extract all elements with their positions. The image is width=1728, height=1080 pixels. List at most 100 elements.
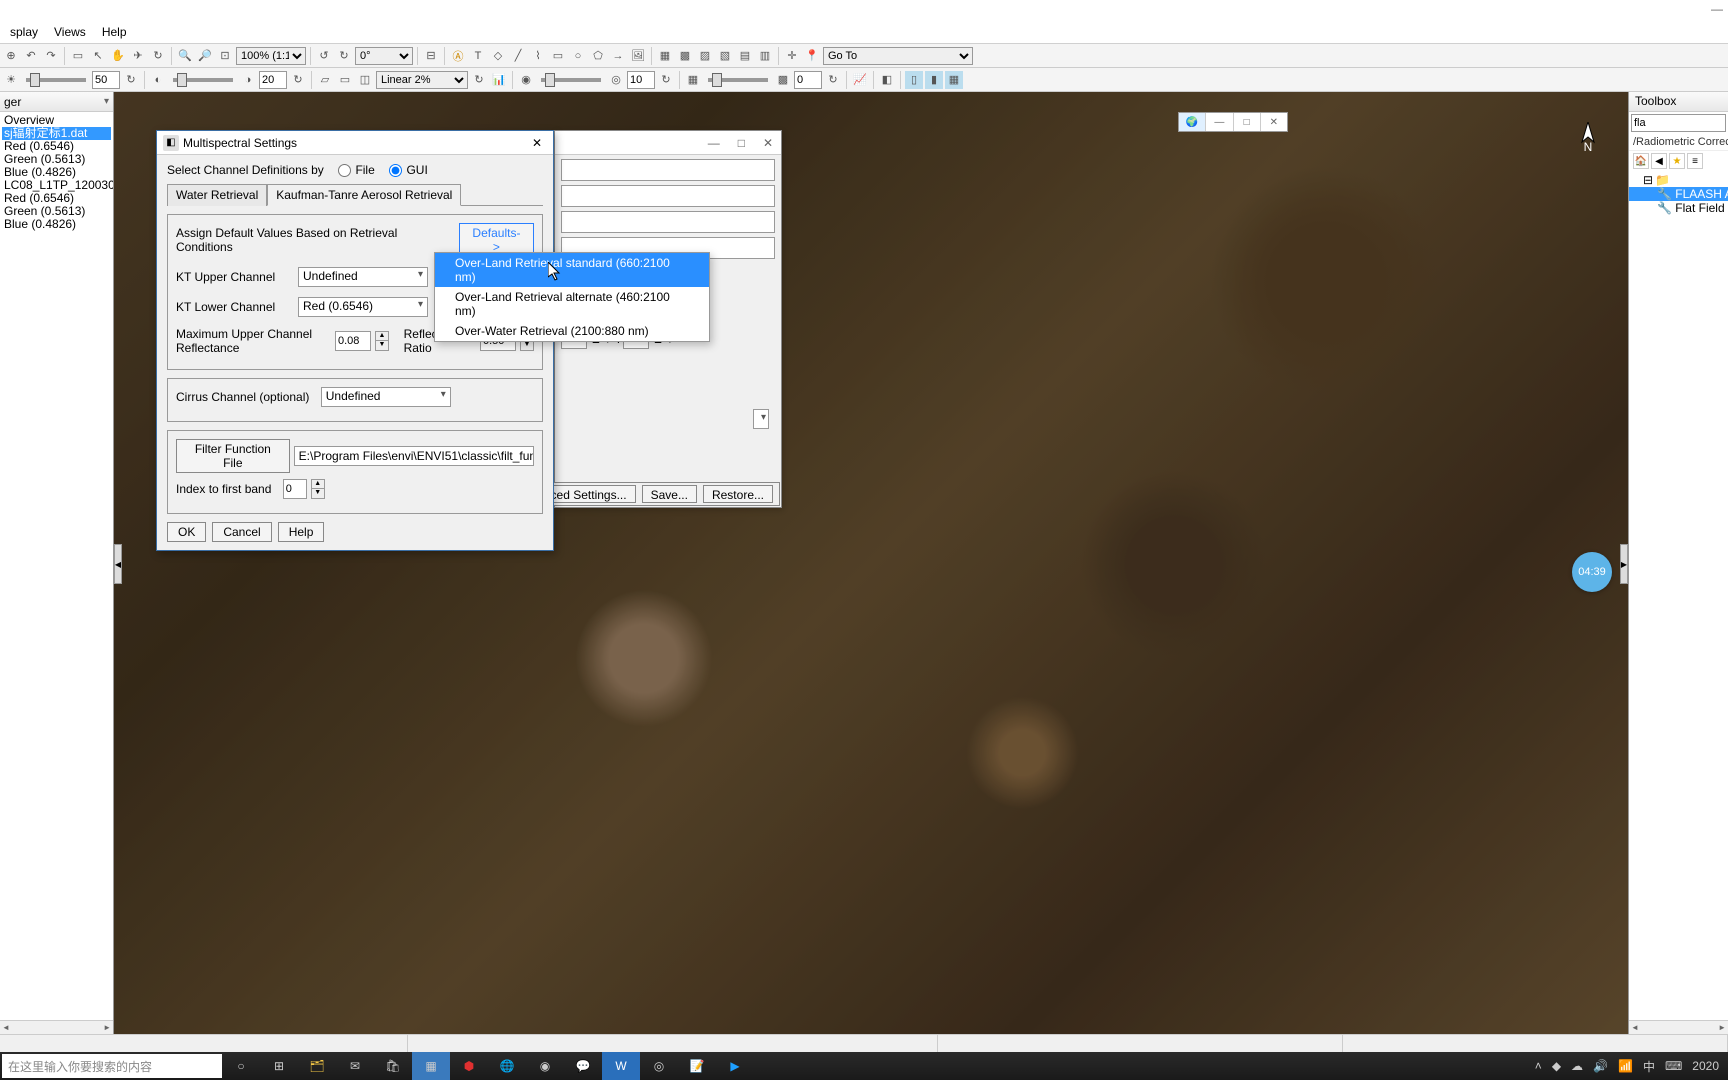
redo-icon[interactable]: ↷	[42, 47, 60, 65]
tray-keyboard-icon[interactable]: ⌨	[1662, 1059, 1685, 1073]
toolbox-tree[interactable]: ⊟📁 🔧 FLAASH Atmosp 🔧 Flat Field Ca	[1629, 171, 1728, 217]
tab-water-retrieval[interactable]: Water Retrieval	[167, 184, 267, 206]
radio-file-label[interactable]: File	[355, 163, 374, 177]
taskbar-search[interactable]: 在这里输入你要搜索的内容	[2, 1054, 222, 1078]
kt-upper-select[interactable]: Undefined	[298, 267, 428, 287]
app2-icon[interactable]: ⬢	[450, 1052, 488, 1080]
bg-close-icon[interactable]: ✕	[763, 136, 773, 150]
contrast-icon[interactable]: ◐	[149, 71, 167, 89]
tree-item[interactable]: Blue (0.4826)	[2, 218, 111, 231]
bg-max-icon[interactable]: □	[738, 136, 745, 150]
overview-close-icon[interactable]: ✕	[1260, 113, 1287, 131]
goto-icon[interactable]: 📍	[803, 47, 821, 65]
app5-icon[interactable]: W	[602, 1052, 640, 1080]
stretch-b-icon[interactable]: ▭	[336, 71, 354, 89]
transp-slider[interactable]	[708, 78, 768, 82]
refresh4-icon[interactable]: ↻	[657, 71, 675, 89]
vector-c-icon[interactable]: ▨	[696, 47, 714, 65]
chart-icon[interactable]: 📈	[851, 71, 869, 89]
defaults-dropdown-menu[interactable]: Over-Land Retrieval standard (660:2100 n…	[434, 252, 710, 342]
bg-field-2[interactable]	[561, 185, 775, 207]
toolbox-breadcrumb[interactable]: /Radiometric Correct	[1629, 134, 1728, 151]
angle-select[interactable]: 0°	[355, 47, 413, 65]
overview-min-icon[interactable]: —	[1205, 113, 1232, 131]
app1-icon[interactable]: ▦	[412, 1052, 450, 1080]
system-tray[interactable]: ˄ ◆ ☁ 🔊 📶 中 ⌨ 2020	[1532, 1058, 1728, 1075]
refresh2-icon[interactable]: ↻	[289, 71, 307, 89]
menu-display[interactable]: splay	[2, 25, 46, 39]
overview-window[interactable]: 🌍 — □ ✕	[1178, 112, 1288, 132]
refresh3-icon[interactable]: ↻	[470, 71, 488, 89]
text-icon[interactable]: T	[469, 47, 487, 65]
minimize-icon[interactable]: —	[1710, 2, 1724, 16]
restore-button[interactable]: Restore...	[703, 485, 773, 503]
undo-icon[interactable]: ↶	[22, 47, 40, 65]
vector-e-icon[interactable]: ▤	[736, 47, 754, 65]
tool-a-icon[interactable]: ⊟	[422, 47, 440, 65]
kt-lower-select[interactable]: Red (0.6546)	[298, 297, 428, 317]
max-upper-input[interactable]	[335, 331, 371, 351]
radio-gui[interactable]	[389, 164, 402, 177]
tray-app-icon[interactable]: ◆	[1549, 1059, 1564, 1073]
sharpen2-icon[interactable]: ◎	[607, 71, 625, 89]
tray-vol-icon[interactable]: 🔊	[1590, 1059, 1611, 1073]
target-icon[interactable]: ⊕	[2, 47, 20, 65]
filter-icon[interactable]: ≡	[1687, 153, 1703, 169]
overview-max-icon[interactable]: □	[1233, 113, 1260, 131]
view1-icon[interactable]: ▯	[905, 71, 923, 89]
radio-gui-label[interactable]: GUI	[406, 163, 427, 177]
cancel-button-ms[interactable]: Cancel	[212, 522, 271, 542]
help-button-ms[interactable]: Help	[278, 522, 325, 542]
zoom-fit-icon[interactable]: ⊡	[216, 47, 234, 65]
line-icon[interactable]: ╱	[509, 47, 527, 65]
portal-icon[interactable]: ◧	[878, 71, 896, 89]
back-icon[interactable]: ◀	[1651, 153, 1667, 169]
dd-item-overwater[interactable]: Over-Water Retrieval (2100:880 nm)	[435, 321, 709, 341]
tray-date[interactable]: 2020	[1689, 1059, 1722, 1073]
panel-menu-icon[interactable]: ▾	[104, 96, 109, 107]
rect-icon[interactable]: ▭	[549, 47, 567, 65]
bg-field-3[interactable]	[561, 211, 775, 233]
hand-icon[interactable]: ✋	[109, 47, 127, 65]
pointer-icon[interactable]: ↖	[89, 47, 107, 65]
taskview-icon[interactable]: ⊞	[260, 1052, 298, 1080]
bg-dropdown[interactable]	[753, 409, 769, 429]
view3-icon[interactable]: ▦	[945, 71, 963, 89]
contrast2-icon[interactable]: ◑	[239, 71, 257, 89]
mail-icon[interactable]: ✉	[336, 1052, 374, 1080]
stretch-select[interactable]: Linear 2%	[376, 71, 468, 89]
bg-min-icon[interactable]: —	[708, 136, 720, 150]
select-icon[interactable]: ▭	[69, 47, 87, 65]
stretch-a-icon[interactable]: ▱	[316, 71, 334, 89]
collapse-left-handle[interactable]: ◀	[114, 544, 122, 584]
collapse-right-handle[interactable]: ▶	[1620, 544, 1628, 584]
tab-kaufman-tanre[interactable]: Kaufman-Tanre Aerosol Retrieval	[267, 184, 461, 206]
toolbox-search-input[interactable]	[1631, 114, 1726, 132]
symbol-icon[interactable]: ◇	[489, 47, 507, 65]
rotate-icon[interactable]: ↻	[149, 47, 167, 65]
sharpen-icon[interactable]: ◉	[517, 71, 535, 89]
tray-cloud-icon[interactable]: ☁	[1568, 1059, 1586, 1073]
brightness-icon[interactable]: ☀	[2, 71, 20, 89]
wechat-icon[interactable]: 💬	[564, 1052, 602, 1080]
dd-item-overland-alt[interactable]: Over-Land Retrieval alternate (460:2100 …	[435, 287, 709, 321]
index-first-band-input[interactable]	[283, 479, 307, 499]
transp2-icon[interactable]: ▩	[774, 71, 792, 89]
stretch-c-icon[interactable]: ◫	[356, 71, 374, 89]
cortana-icon[interactable]: ○	[222, 1052, 260, 1080]
menu-help[interactable]: Help	[94, 25, 135, 39]
store-icon[interactable]: 🛍	[374, 1052, 412, 1080]
brightness-value[interactable]	[92, 71, 120, 89]
rotate-ccw-icon[interactable]: ↺	[315, 47, 333, 65]
transp-value[interactable]	[794, 71, 822, 89]
ok-button[interactable]: OK	[167, 522, 206, 542]
fly-icon[interactable]: ✈	[129, 47, 147, 65]
radio-file[interactable]	[338, 164, 351, 177]
zoom-out-icon[interactable]: 🔍	[176, 47, 194, 65]
layer-tree[interactable]: Overview sj辐射定标1.dat Red (0.6546) Green …	[0, 112, 113, 1020]
zoom-in-icon[interactable]: 🔎	[196, 47, 214, 65]
app3-icon[interactable]: 🌐	[488, 1052, 526, 1080]
dialog-close-icon[interactable]: ✕	[527, 136, 547, 150]
save-button[interactable]: Save...	[642, 485, 697, 503]
sharpen-slider[interactable]	[541, 78, 601, 82]
